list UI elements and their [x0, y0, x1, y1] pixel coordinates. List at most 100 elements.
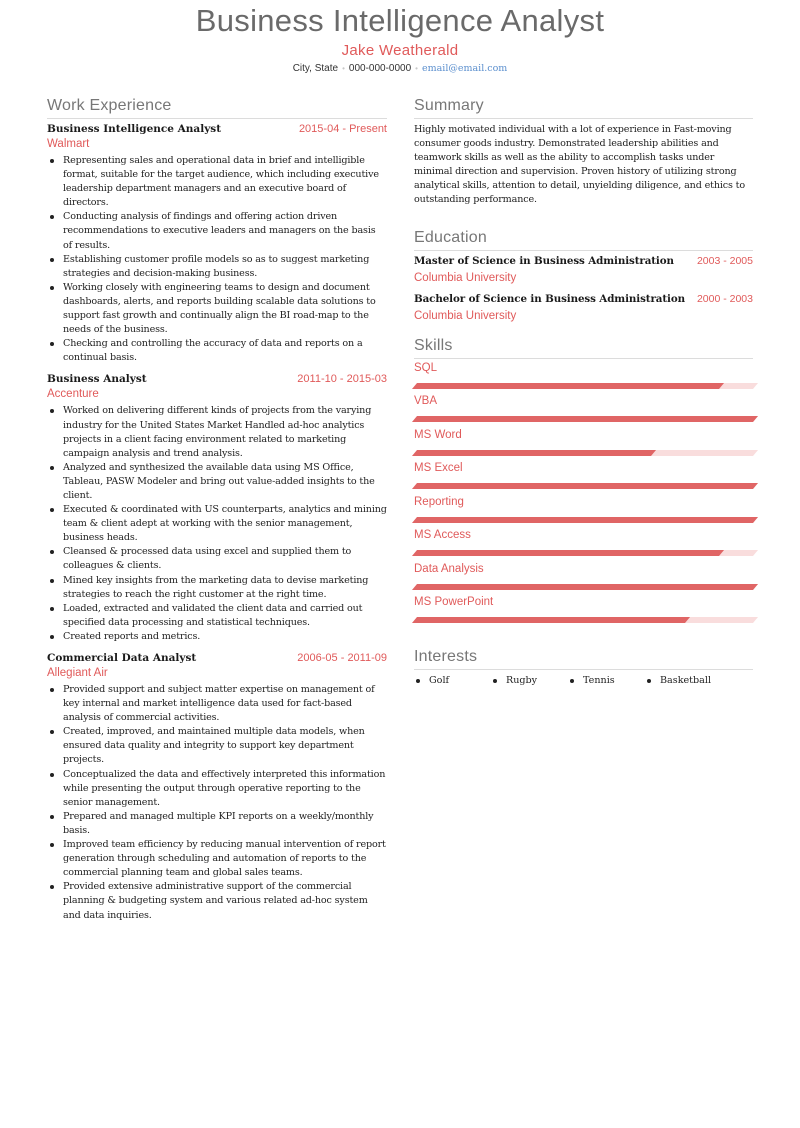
interest-item: Tennis	[568, 674, 645, 688]
interests-list: Golf Rugby Tennis Basketball	[414, 674, 753, 688]
bullet-item: Establishing customer profile models so …	[50, 253, 387, 281]
interest-label: Golf	[429, 674, 450, 686]
skill-item: Data Analysis	[412, 562, 759, 596]
skill-bar-fill	[412, 483, 759, 490]
bullet-icon	[50, 730, 54, 735]
bullet-text: Executed & coordinated with US counterpa…	[63, 504, 387, 544]
bullet-icon	[50, 550, 54, 555]
bullet-icon	[50, 843, 54, 848]
bullet-item: Provided support and subject matter expe…	[50, 683, 387, 725]
bullet-icon	[50, 409, 54, 414]
skill-name: Data Analysis	[414, 562, 484, 575]
bullet-item: Cleansed & processed data using excel an…	[50, 545, 387, 573]
bullet-text: Analyzed and synthesized the available d…	[63, 461, 375, 501]
skill-item: MS Access	[412, 528, 759, 562]
bullet-text: Conceptualized the data and effectively …	[63, 768, 386, 808]
skill-name: MS PowerPoint	[414, 596, 494, 609]
bullet-item: Mined key insights from the marketing da…	[50, 574, 387, 602]
skills-list: SQL VBA MS Word MS Excel Reporting MS Access D…	[412, 361, 759, 629]
bullet-icon	[50, 159, 54, 163]
interest-item: Basketball	[645, 674, 722, 688]
skill-bar-track	[412, 483, 759, 490]
resume-header: Business Intelligence Analyst Jake Weath…	[0, 2, 800, 76]
interest-item: Golf	[414, 674, 491, 688]
school-name: Columbia University	[414, 309, 517, 322]
bullet-icon	[50, 885, 54, 890]
bullet-item: Representing sales and operational data …	[50, 154, 387, 210]
bullet-text: Establishing customer profile models so …	[63, 253, 370, 279]
bullet-icon	[50, 257, 54, 262]
bullet-text: Cleansed & processed data using excel an…	[63, 546, 352, 572]
skills-heading: Skills	[414, 336, 753, 359]
job-dates: 2011-10 - 2015-03	[297, 373, 387, 386]
bullet-icon	[570, 678, 574, 683]
skill-bar-fill	[412, 416, 759, 423]
bullet-text: Mined key insights from the marketing da…	[63, 574, 369, 600]
bullet-item: Created reports and metrics.	[50, 630, 387, 644]
work-experience-heading: Work Experience	[47, 96, 387, 119]
bullet-icon	[50, 688, 54, 692]
resume-title: Business Intelligence Analyst	[195, 3, 605, 38]
phone: 000-000-0000	[348, 63, 412, 74]
skill-bar-fill	[412, 516, 759, 523]
skill-name: SQL	[414, 361, 438, 374]
interests-section: Interests Golf Rugby Tennis Basketball	[414, 647, 753, 688]
bullet-text: Representing sales and operational data …	[63, 155, 379, 209]
skill-item: MS Word	[412, 428, 759, 462]
skill-item: Reporting	[412, 495, 759, 529]
skill-bar-fill	[412, 382, 724, 389]
skill-bar-track	[412, 617, 759, 624]
summary-heading: Summary	[414, 96, 753, 119]
bullet-item: Analyzed and synthesized the available d…	[50, 461, 387, 503]
bullet-text: Created reports and metrics.	[63, 630, 201, 642]
bullet-text: Working closely with engineering teams t…	[63, 281, 376, 336]
skill-name: MS Word	[414, 428, 462, 441]
skill-bar-track	[412, 449, 759, 456]
email-link[interactable]: email@email.com	[422, 63, 507, 74]
left-column: Work Experience Business Intelligence An…	[47, 96, 387, 931]
skill-bar-track	[412, 416, 759, 423]
bullet-item: Working closely with engineering teams t…	[50, 281, 387, 337]
job-entry: Business Analyst 2011-10 - 2015-03 Accentu…	[47, 373, 387, 644]
candidate-name: Jake Weatherald	[341, 42, 459, 59]
job-list: Business Intelligence Analyst 2015-04 - P…	[47, 123, 387, 923]
interest-label: Basketball	[660, 674, 712, 686]
interest-label: Tennis	[583, 674, 615, 686]
skill-name: MS Excel	[414, 462, 463, 475]
job-entry: Commercial Data Analyst 2006-05 - 2011-09…	[47, 652, 387, 923]
company-name: Allegiant Air	[47, 667, 108, 679]
location: City, State	[292, 63, 339, 74]
skill-name: Reporting	[414, 495, 464, 508]
interests-heading: Interests	[414, 647, 753, 670]
bullet-text: Improved team efficiency by reducing man…	[63, 839, 386, 879]
skill-item: MS PowerPoint	[412, 595, 759, 629]
skill-bar-fill	[412, 550, 724, 557]
bullet-item: Provided extensive administrative suppor…	[50, 880, 387, 922]
skill-bar-fill	[412, 583, 759, 590]
job-dates: 2015-04 - Present	[298, 123, 387, 135]
interest-item: Rugby	[491, 674, 568, 688]
skill-name: MS Access	[414, 529, 471, 542]
bullet-icon	[50, 634, 54, 639]
bullet-item: Conducting analysis of findings and offe…	[50, 210, 387, 252]
bullet-text: Prepared and managed multiple KPI report…	[63, 810, 374, 836]
degree: Bachelor of Science in Business Administ…	[414, 292, 685, 305]
bullet-item: Prepared and managed multiple KPI report…	[50, 810, 387, 838]
job-header: Commercial Data Analyst 2006-05 - 2011-09	[47, 652, 387, 664]
bullet-text: Loaded, extracted and validated the clie…	[63, 602, 363, 628]
education-heading: Education	[414, 228, 753, 251]
education-header: Master of Science in Business Administra…	[414, 255, 753, 267]
company-name: Accenture	[47, 388, 99, 401]
skill-bar-track	[412, 382, 759, 389]
bullet-item: Created, improved, and maintained multip…	[50, 725, 387, 767]
job-title: Commercial Data Analyst	[47, 652, 197, 664]
bullet-icon	[50, 342, 54, 347]
job-bullets: Provided support and subject matter expe…	[47, 683, 387, 923]
bullet-text: Created, improved, and maintained multip…	[63, 726, 365, 766]
education-entry: Bachelor of Science in Business Administ…	[414, 293, 753, 322]
degree: Master of Science in Business Administra…	[414, 254, 674, 267]
bullet-text: Provided extensive administrative suppor…	[63, 881, 368, 921]
job-entry: Business Intelligence Analyst 2015-04 - P…	[47, 123, 387, 365]
bullet-icon	[647, 678, 651, 683]
education-dates: 2003 - 2005	[696, 254, 753, 267]
